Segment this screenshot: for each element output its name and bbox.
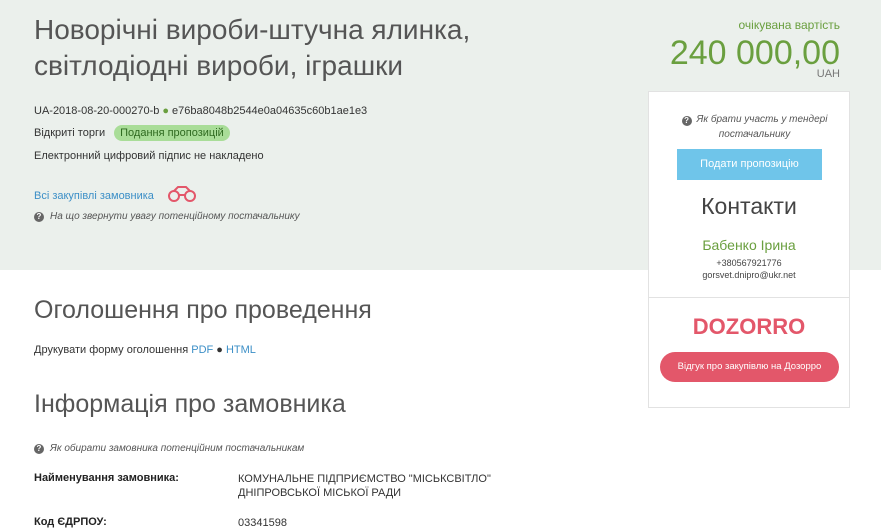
help-attention-link[interactable]: ? На що звернути увагу потенційному пост… xyxy=(34,211,300,222)
help-icon: ? xyxy=(34,443,44,454)
help-attention-text: На що звернути увагу потенційному постач… xyxy=(50,211,300,222)
procedure-type: Відкриті торги xyxy=(34,127,106,139)
tender-hash: e76ba8048b2544e0a04635c60b1ae1e3 xyxy=(172,105,368,117)
print-html-link[interactable]: HTML xyxy=(226,344,256,356)
sidebar-panel: ? Як брати участь у тендері постачальнику… xyxy=(648,91,850,408)
contacts-title: Контакти xyxy=(701,193,797,219)
status-line: Відкриті торги Подання пропозицій xyxy=(34,125,230,141)
help-choose-customer-text: Як обирати замовника потенційним постача… xyxy=(50,443,305,454)
customer-name-line2: ДНІПРОВСЬКОЇ МІСЬКОЇ РАДИ xyxy=(238,487,402,499)
expected-value-block: очікувана вартість 240 000,00 UAH xyxy=(670,18,840,80)
customer-name-label: Найменування замовника: xyxy=(34,472,179,484)
expected-value-amount: 240 000,00 xyxy=(669,34,840,72)
all-purchases-link[interactable]: Всі закупівлі замовника xyxy=(34,190,154,202)
expected-value-label: очікувана вартість xyxy=(738,18,841,32)
dozorro-review-button[interactable]: Відгук про закупівлю на Дозорро xyxy=(660,352,839,382)
announcement-title: Оголошення про проведення xyxy=(34,296,372,324)
customer-info-title: Інформація про замовника xyxy=(34,390,346,418)
contact-phone: +380567921776 xyxy=(716,258,782,268)
submit-proposal-button[interactable]: Подати пропозицію xyxy=(677,149,822,180)
help-how-text: Як брати участь у тендері постачальнику xyxy=(696,114,828,140)
tender-id: UA-2018-08-20-000270-b xyxy=(34,105,160,117)
tender-title-line2: світлодіодні вироби, іграшки xyxy=(34,50,404,81)
customer-name-value: КОМУНАЛЬНЕ ПІДПРИЄМСТВО "МІСЬКСВІТЛО" ДН… xyxy=(238,472,518,500)
sidebar-divider xyxy=(649,297,849,298)
signature-status: Електронний цифровий підпис не накладено xyxy=(34,150,264,162)
dot-separator: ● xyxy=(162,105,170,117)
print-pdf-link[interactable]: PDF xyxy=(191,344,213,356)
tender-title-line1: Новорічні вироби-штучна ялинка, xyxy=(34,14,471,45)
tender-title: Новорічні вироби-штучна ялинка, світлоді… xyxy=(34,12,594,84)
contact-name: Бабенко Ірина xyxy=(702,237,796,253)
customer-code-label: Код ЄДРПОУ: xyxy=(34,516,107,528)
customer-code-value: 03341598 xyxy=(238,517,287,529)
contact-email: gorsvet.dnipro@ukr.net xyxy=(702,270,796,280)
dozorro-logo: DOZORRO xyxy=(649,312,849,342)
customer-name-line1: КОМУНАЛЬНЕ ПІДПРИЄМСТВО "МІСЬКСВІТЛО" xyxy=(238,473,491,485)
help-choose-customer-link[interactable]: ? Як обирати замовника потенційним поста… xyxy=(34,443,304,454)
print-separator: ● xyxy=(216,344,223,356)
status-badge: Подання пропозицій xyxy=(114,125,230,141)
dozorro-logo-text: DOZORRO xyxy=(693,314,805,339)
tender-id-line: UA-2018-08-20-000270-b ● e76ba8048b2544e0a… xyxy=(34,105,367,117)
help-icon: ? xyxy=(681,116,692,126)
all-purchases-link-row: Всі закупівлі замовника xyxy=(34,186,198,205)
binoculars-icon[interactable] xyxy=(166,186,198,205)
print-form-line: Друкувати форму оголошення PDF ● HTML xyxy=(34,344,256,356)
print-label: Друкувати форму оголошення xyxy=(34,344,189,356)
help-how-to-participate-link[interactable]: ? Як брати участь у тендері постачальнику xyxy=(667,112,842,142)
help-icon: ? xyxy=(34,211,44,222)
